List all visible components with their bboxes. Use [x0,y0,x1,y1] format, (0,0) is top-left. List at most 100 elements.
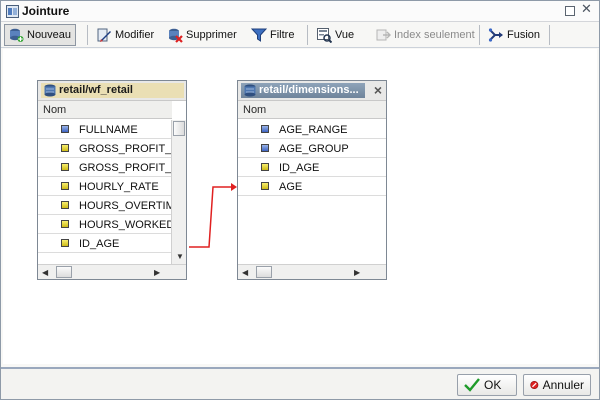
field-label: ID_AGE [279,162,320,174]
measure-field-icon [61,239,69,247]
field-list: AGE_RANGE AGE_GROUP ID_AGE AGE [238,120,386,196]
column-header-name[interactable]: Nom [38,101,172,119]
dialog-footer: OK Annuler [1,367,599,399]
field-label: AGE [279,181,303,193]
toolbar-separator [479,25,480,45]
merge-button[interactable]: Fusion [485,24,544,46]
measure-field-icon [61,220,69,228]
filter-button-label: Filtre [270,29,295,41]
field-row[interactable]: GROSS_PROFIT_L [38,158,172,177]
key-field-icon [261,144,269,152]
delete-button-label: Supprimer [186,29,237,41]
vertical-scrollbar[interactable]: ▼ [171,120,186,264]
table-panel-wf-retail[interactable]: retail/wf_retail Nom FULLNAME GROSS_PROF… [37,80,187,280]
scroll-down-arrow-icon[interactable]: ▼ [176,252,184,261]
measure-field-icon [261,163,269,171]
scrollbar-thumb[interactable] [256,266,272,278]
measure-field-icon [61,144,69,152]
field-label: GROSS_PROFIT_L [79,162,172,174]
new-join-icon [10,28,24,42]
ok-button-label: OK [484,378,502,392]
measure-field-icon [61,182,69,190]
field-row[interactable]: AGE_RANGE [238,120,386,139]
edit-button-label: Modifier [115,29,155,41]
database-table-icon [244,84,256,97]
horizontal-scrollbar[interactable]: ◀ ▶ [38,264,186,279]
horizontal-scrollbar[interactable]: ◀ ▶ [238,264,386,279]
cancel-icon [530,380,539,390]
field-row[interactable]: ID_AGE [238,158,386,177]
join-link-line[interactable] [187,179,239,249]
view-button[interactable]: Vue [313,24,358,46]
window-title: Jointure [22,4,70,18]
app-icon [6,5,19,18]
toolbar-separator [87,25,88,45]
join-canvas[interactable]: retail/wf_retail Nom FULLNAME GROSS_PROF… [3,49,597,364]
merge-button-label: Fusion [507,29,541,41]
measure-field-icon [61,163,69,171]
filter-button[interactable]: Filtre [248,24,298,46]
scrollbar-thumb[interactable] [173,121,185,136]
new-button[interactable]: Nouveau [4,24,77,46]
measure-field-icon [61,201,69,209]
field-list: FULLNAME GROSS_PROFIT_L GROSS_PROFIT_L H… [38,120,172,253]
scroll-left-arrow-icon[interactable]: ◀ [242,268,248,277]
toolbar-separator [549,25,550,45]
join-dialog: Jointure ✕ Nouveau Modifier Supprimer Fi… [0,0,600,400]
remove-table-close-icon[interactable]: × [374,83,382,97]
view-icon [317,28,332,43]
cancel-button-label: Annuler [542,378,584,392]
index-only-icon [376,29,391,41]
cancel-button[interactable]: Annuler [523,374,591,396]
new-button-label: Nouveau [27,29,72,41]
table-panel-header[interactable]: retail/wf_retail [38,81,186,101]
table-title: retail/dimensions... [241,83,365,98]
toolbar-separator [307,25,308,45]
close-window-button[interactable]: ✕ [581,2,592,15]
field-row[interactable]: HOURS_OVERTIME [38,196,172,215]
edit-button[interactable]: Modifier [93,24,158,46]
checkmark-icon [464,378,480,392]
toolbar: Nouveau Modifier Supprimer Filtre Vue In… [1,22,599,48]
index-only-button[interactable]: Index seulement [372,24,479,46]
key-field-icon [61,125,69,133]
field-label: FULLNAME [79,124,138,136]
field-row[interactable]: ID_AGE [38,234,172,253]
key-field-icon [261,125,269,133]
table-panel-header[interactable]: retail/dimensions... × [238,81,386,101]
table-panel-dimensions[interactable]: retail/dimensions... × Nom AGE_RANGE AGE… [237,80,387,280]
scroll-right-arrow-icon[interactable]: ▶ [154,268,160,277]
scrollbar-thumb[interactable] [56,266,72,278]
field-row[interactable]: AGE [238,177,386,196]
database-table-icon [44,84,56,97]
field-label: HOURS_WORKED [79,219,172,231]
scroll-left-arrow-icon[interactable]: ◀ [42,268,48,277]
edit-icon [97,28,111,42]
field-row[interactable]: HOURLY_RATE [38,177,172,196]
column-header-name[interactable]: Nom [238,101,386,119]
field-row[interactable]: HOURS_WORKED [38,215,172,234]
field-label: GROSS_PROFIT_L [79,143,172,155]
table-title-text: retail/wf_retail [59,84,133,96]
title-bar: Jointure ✕ [1,1,599,22]
merge-icon [488,28,503,42]
field-row[interactable]: AGE_GROUP [238,139,386,158]
maximize-button[interactable] [565,6,575,16]
field-label: ID_AGE [79,238,120,250]
filter-icon [251,28,267,42]
field-label: HOURLY_RATE [79,181,159,193]
field-label: AGE_RANGE [279,124,348,136]
delete-button[interactable]: Supprimer [164,24,241,46]
table-title-text: retail/dimensions... [259,84,359,96]
field-label: HOURS_OVERTIME [79,200,172,212]
measure-field-icon [261,182,269,190]
view-button-label: Vue [335,29,355,41]
index-only-button-label: Index seulement [394,29,475,41]
ok-button[interactable]: OK [457,374,517,396]
table-title: retail/wf_retail [41,83,184,98]
field-row[interactable]: GROSS_PROFIT_L [38,139,172,158]
field-row[interactable]: FULLNAME [38,120,172,139]
field-label: AGE_GROUP [279,143,349,155]
delete-icon [169,28,183,43]
scroll-right-arrow-icon[interactable]: ▶ [354,268,360,277]
